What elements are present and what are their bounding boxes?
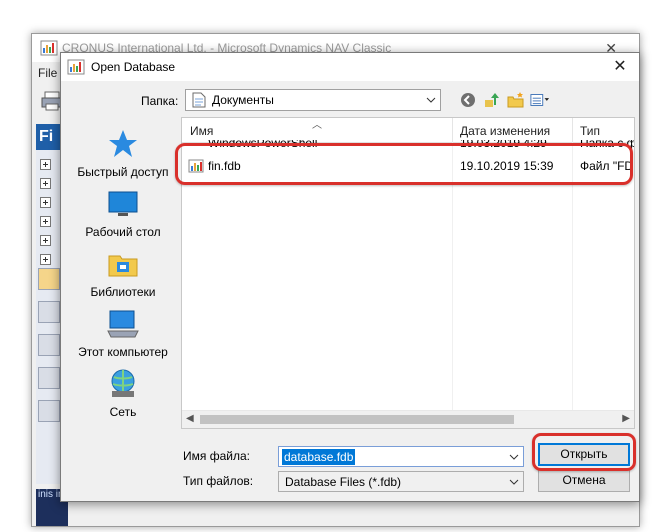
horizontal-scrollbar[interactable]: ◀ ▶	[182, 410, 634, 428]
documents-icon	[192, 92, 206, 108]
file-type: Папка с ф	[580, 140, 634, 150]
places-bar: Быстрый доступ Рабочий стол Библиотеки Э…	[67, 119, 179, 429]
place-quick-access[interactable]: Быстрый доступ	[67, 127, 179, 179]
nav-app-icon	[67, 59, 85, 75]
place-label: Быстрый доступ	[77, 165, 169, 179]
chevron-down-icon[interactable]	[505, 472, 523, 491]
view-menu-icon[interactable]	[530, 90, 550, 110]
file-date: 19.03.2019 4:29	[460, 140, 547, 150]
file-date: 19.10.2019 15:39	[460, 159, 554, 173]
folder-label: Папка:	[141, 94, 179, 108]
place-network[interactable]: Сеть	[67, 367, 179, 419]
place-this-pc[interactable]: Этот компьютер	[67, 307, 179, 359]
sort-ascending-icon: ︿	[312, 120, 322, 131]
folder-value: Документы	[212, 93, 274, 107]
tree-expand-icon[interactable]	[40, 178, 51, 189]
nav-module-icon[interactable]	[38, 400, 60, 422]
nav-app-icon	[40, 40, 58, 56]
nav-module-icon[interactable]	[38, 268, 60, 290]
place-libraries[interactable]: Библиотеки	[67, 247, 179, 299]
column-header-type[interactable]: Тип	[580, 124, 600, 138]
file-name: WindowsPowerShell	[208, 140, 318, 150]
dialog-titlebar: Open Database	[61, 53, 639, 81]
place-label: Библиотеки	[90, 285, 156, 299]
folder-navigation-toolbar	[458, 90, 550, 110]
nav-module-icon[interactable]	[38, 301, 60, 323]
open-button[interactable]: Открыть	[538, 443, 630, 466]
tree-expand-icon[interactable]	[40, 254, 51, 265]
file-row[interactable]: WindowsPowerShell 19.03.2019 4:29 Папка …	[182, 140, 634, 154]
tree-expand-icon[interactable]	[40, 197, 51, 208]
column-header-name[interactable]: Имя	[190, 124, 213, 138]
chevron-down-icon[interactable]	[505, 447, 523, 466]
filetype-select[interactable]: Database Files (*.fdb)	[278, 471, 524, 492]
filetype-value: Database Files (*.fdb)	[285, 474, 402, 489]
nav-module-icon[interactable]	[38, 334, 60, 356]
file-type: Файл "FD	[580, 159, 634, 173]
scroll-right-icon[interactable]: ▶	[622, 413, 630, 424]
file-list[interactable]: ︿ Имя Дата изменения Тип WindowsPowerShe…	[181, 117, 635, 429]
tree-expand-icon[interactable]	[40, 159, 51, 170]
open-database-dialog: Open Database ✕ Папка: Документы Быстрый…	[60, 52, 640, 502]
background-panel-title: Fi	[36, 124, 62, 150]
background-nav-icons	[38, 268, 60, 433]
star-icon	[109, 130, 137, 157]
column-separator[interactable]	[452, 118, 453, 142]
file-name: fin.fdb	[208, 159, 241, 173]
computer-icon	[107, 310, 139, 338]
cancel-button[interactable]: Отмена	[538, 469, 630, 492]
place-label: Сеть	[109, 405, 137, 419]
place-label: Рабочий стол	[85, 225, 161, 239]
tree-expand-icon[interactable]	[40, 216, 51, 227]
filename-label: Имя файла:	[183, 449, 250, 463]
scrollbar-thumb[interactable]	[200, 415, 514, 424]
place-desktop[interactable]: Рабочий стол	[67, 187, 179, 239]
tree-expand-icon[interactable]	[40, 235, 51, 246]
file-row[interactable]: fin.fdb 19.10.2019 15:39 Файл "FD	[182, 156, 634, 176]
column-gridline	[572, 142, 573, 414]
dialog-title: Open Database	[91, 60, 176, 74]
chevron-down-icon[interactable]	[422, 90, 440, 110]
folder-select[interactable]: Документы	[185, 89, 441, 111]
column-separator[interactable]	[572, 118, 573, 142]
libraries-icon	[108, 255, 138, 277]
up-folder-icon[interactable]	[482, 90, 502, 110]
back-icon[interactable]	[458, 90, 478, 110]
close-icon[interactable]: ✕	[609, 57, 631, 77]
new-folder-icon[interactable]	[506, 90, 526, 110]
fdb-file-icon	[188, 159, 204, 173]
column-header-date[interactable]: Дата изменения	[460, 124, 550, 138]
nav-module-icon[interactable]	[38, 367, 60, 389]
filetype-label: Тип файлов:	[183, 474, 254, 488]
network-icon	[111, 369, 135, 397]
filename-input[interactable]: database.fdb	[278, 446, 524, 467]
column-gridline	[452, 142, 453, 414]
background-menu-file[interactable]: File	[38, 66, 57, 80]
scroll-left-icon[interactable]: ◀	[186, 413, 194, 424]
desktop-icon	[108, 191, 138, 216]
background-tree-expanders	[40, 159, 51, 273]
filename-value[interactable]: database.fdb	[282, 448, 356, 465]
place-label: Этот компьютер	[78, 345, 168, 359]
